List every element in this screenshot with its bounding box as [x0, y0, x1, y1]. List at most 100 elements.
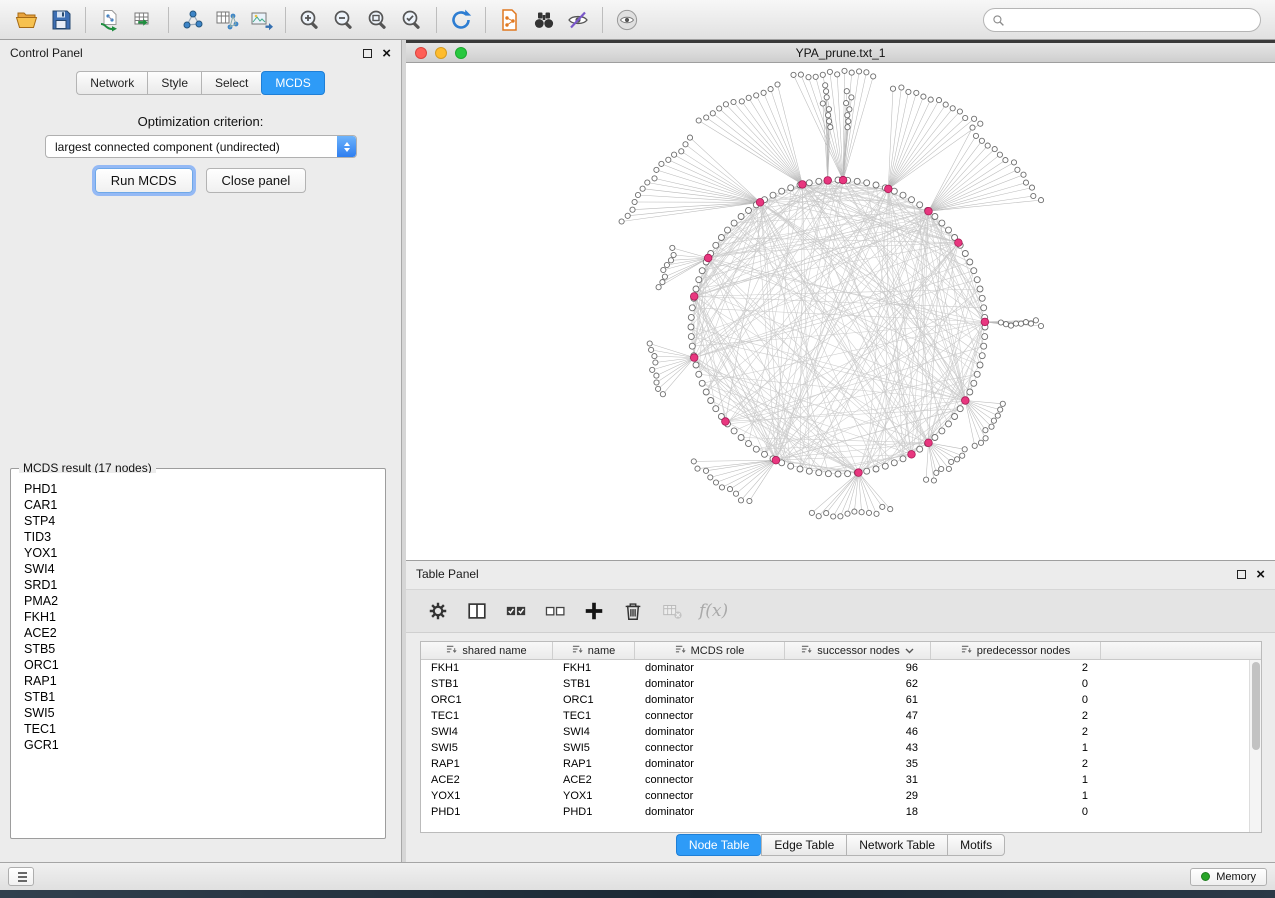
mcds-result-item[interactable]: PHD1: [24, 481, 382, 497]
network-window-titlebar[interactable]: YPA_prune.txt_1: [406, 43, 1275, 63]
mcds-result-item[interactable]: STP4: [24, 513, 382, 529]
window-maximize-icon[interactable]: [455, 47, 467, 59]
table-row[interactable]: TEC1TEC1connector472: [421, 708, 1249, 724]
mcds-result-item[interactable]: SRD1: [24, 577, 382, 593]
search-binoculars-icon[interactable]: [527, 4, 561, 36]
show-all-icon[interactable]: [610, 4, 644, 36]
table-cell: TEC1: [553, 708, 635, 724]
mcds-result-item[interactable]: TID3: [24, 529, 382, 545]
table-row[interactable]: ACE2ACE2connector311: [421, 772, 1249, 788]
tab-edge-table[interactable]: Edge Table: [761, 834, 846, 856]
tab-network-table[interactable]: Network Table: [846, 834, 947, 856]
network-from-table-icon[interactable]: [210, 4, 244, 36]
mcds-result-item[interactable]: RAP1: [24, 673, 382, 689]
mcds-result-item[interactable]: CAR1: [24, 497, 382, 513]
zoom-selected-icon[interactable]: [395, 4, 429, 36]
tab-select[interactable]: Select: [201, 71, 261, 95]
mcds-result-item[interactable]: YOX1: [24, 545, 382, 561]
table-cell: 46: [785, 724, 931, 740]
import-network-icon[interactable]: [93, 4, 127, 36]
table-row[interactable]: ORC1ORC1dominator610: [421, 692, 1249, 708]
delete-column-icon[interactable]: [621, 599, 645, 623]
zoom-fit-icon[interactable]: [361, 4, 395, 36]
table-row[interactable]: FKH1FKH1dominator962: [421, 660, 1249, 676]
run-mcds-button[interactable]: Run MCDS: [95, 168, 193, 193]
save-session-icon[interactable]: [44, 4, 78, 36]
mcds-result-list[interactable]: PHD1CAR1STP4TID3YOX1SWI4SRD1PMA2FKH1ACE2…: [14, 473, 382, 835]
new-network-icon[interactable]: [176, 4, 210, 36]
chevron-down-icon: [905, 645, 914, 657]
close-panel-icon[interactable]: ×: [382, 46, 391, 61]
mcds-result-item[interactable]: ACE2: [24, 625, 382, 641]
mcds-result-item[interactable]: STB1: [24, 689, 382, 705]
table-row[interactable]: PHD1PHD1dominator180: [421, 804, 1249, 820]
window-minimize-icon[interactable]: [435, 47, 447, 59]
mcds-result-item[interactable]: SWI5: [24, 705, 382, 721]
mcds-result-item[interactable]: ORC1: [24, 657, 382, 673]
search-input[interactable]: [1011, 13, 1252, 27]
mcds-result-item[interactable]: GCR1: [24, 737, 382, 753]
table-cell: FKH1: [421, 660, 553, 676]
deselect-all-icon[interactable]: [543, 599, 567, 623]
close-panel-button[interactable]: Close panel: [206, 168, 307, 193]
column-sort-icon: [961, 644, 972, 658]
zoom-in-icon[interactable]: [293, 4, 327, 36]
table-cell: RAP1: [421, 756, 553, 772]
mcds-result-item[interactable]: PMA2: [24, 593, 382, 609]
table-row[interactable]: SWI5SWI5connector431: [421, 740, 1249, 756]
tab-node-table[interactable]: Node Table: [676, 834, 762, 856]
settings-gear-icon[interactable]: [426, 599, 450, 623]
table-row[interactable]: STB1STB1dominator620: [421, 676, 1249, 692]
close-table-panel-icon[interactable]: ×: [1256, 567, 1265, 582]
toolbar-separator: [285, 7, 286, 33]
table-toolbar-icons: f(x): [406, 589, 1275, 633]
table-scrollbar-thumb[interactable]: [1252, 662, 1260, 750]
task-history-button[interactable]: [8, 867, 34, 886]
table-scrollbar[interactable]: [1249, 660, 1261, 832]
export-image-icon[interactable]: [244, 4, 278, 36]
mcds-result-item[interactable]: STB5: [24, 641, 382, 657]
column-header-shared-name[interactable]: shared name: [421, 642, 553, 659]
column-header-successor-nodes[interactable]: successor nodes: [785, 642, 931, 659]
table-row[interactable]: YOX1YOX1connector291: [421, 788, 1249, 804]
column-header-name[interactable]: name: [553, 642, 635, 659]
network-graph[interactable]: [406, 63, 1275, 560]
open-session-icon[interactable]: [10, 4, 44, 36]
column-header-mcds-role[interactable]: MCDS role: [635, 642, 785, 659]
float-panel-icon[interactable]: [363, 49, 372, 58]
table-row[interactable]: SWI4SWI4dominator462: [421, 724, 1249, 740]
column-layout-icon[interactable]: [465, 599, 489, 623]
tab-motifs[interactable]: Motifs: [947, 834, 1005, 856]
table-cell: 29: [785, 788, 931, 804]
search-box[interactable]: [983, 8, 1261, 32]
refresh-view-icon[interactable]: [444, 4, 478, 36]
memory-button[interactable]: Memory: [1190, 868, 1267, 886]
table-cell: 31: [785, 772, 931, 788]
share-document-icon[interactable]: [493, 4, 527, 36]
table-cell: YOX1: [553, 788, 635, 804]
mcds-result-item[interactable]: FKH1: [24, 609, 382, 625]
table-cell: 62: [785, 676, 931, 692]
table-row[interactable]: RAP1RAP1dominator352: [421, 756, 1249, 772]
optimization-criterion-label: Optimization criterion:: [0, 114, 401, 129]
column-header-predecessor-nodes[interactable]: predecessor nodes: [931, 642, 1101, 659]
criterion-dropdown[interactable]: largest connected component (undirected): [45, 135, 357, 158]
window-close-icon[interactable]: [415, 47, 427, 59]
float-table-panel-icon[interactable]: [1237, 570, 1246, 579]
tab-network[interactable]: Network: [76, 71, 147, 95]
table-cell: dominator: [635, 804, 785, 820]
add-column-icon[interactable]: [582, 599, 606, 623]
table-cell: connector: [635, 708, 785, 724]
tab-style[interactable]: Style: [147, 71, 201, 95]
tab-mcds[interactable]: MCDS: [261, 71, 324, 95]
mcds-result-item[interactable]: SWI4: [24, 561, 382, 577]
network-canvas[interactable]: [406, 63, 1275, 560]
control-panel-title: Control Panel: [10, 46, 83, 60]
table-panel-title: Table Panel: [416, 567, 479, 581]
zoom-out-icon[interactable]: [327, 4, 361, 36]
hide-selected-icon[interactable]: [561, 4, 595, 36]
mcds-result-item[interactable]: TEC1: [24, 721, 382, 737]
select-all-icon[interactable]: [504, 599, 528, 623]
import-table-icon[interactable]: [127, 4, 161, 36]
table-cell: SWI5: [421, 740, 553, 756]
